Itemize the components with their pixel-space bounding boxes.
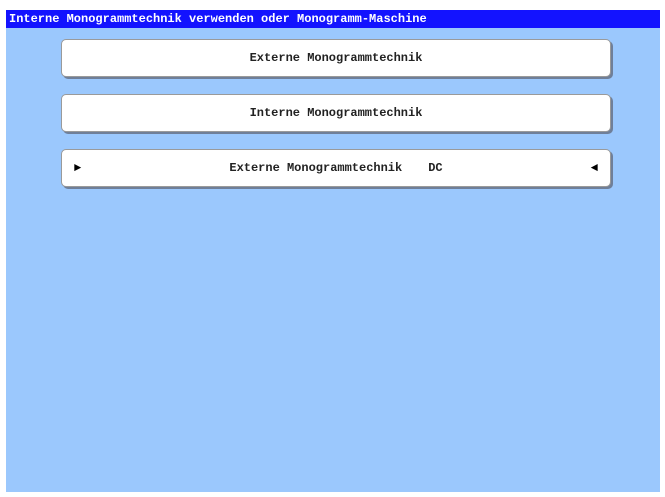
option-externe-monogrammtechnik[interactable]: Externe Monogrammtechnik bbox=[61, 39, 611, 77]
option-label-text: Externe Monogrammtechnik bbox=[249, 51, 423, 65]
option-label: Externe Monogrammtechnik DC bbox=[62, 150, 610, 186]
option-label-text: Interne Monogrammtechnik bbox=[249, 106, 423, 120]
option-suffix: DC bbox=[428, 161, 443, 175]
selection-arrow-left-icon: ◄ bbox=[590, 161, 598, 175]
page-title: Interne Monogrammtechnik verwenden oder … bbox=[6, 10, 660, 28]
option-externe-monogrammtechnik-dc[interactable]: ► Externe Monogrammtechnik DC ◄ bbox=[61, 149, 611, 187]
option-label: Externe Monogrammtechnik bbox=[62, 40, 610, 76]
option-interne-monogrammtechnik[interactable]: Interne Monogrammtechnik bbox=[61, 94, 611, 132]
screen: Interne Monogrammtechnik verwenden oder … bbox=[6, 10, 660, 492]
option-label-text: Externe Monogrammtechnik bbox=[229, 161, 403, 175]
option-label: Interne Monogrammtechnik bbox=[62, 95, 610, 131]
